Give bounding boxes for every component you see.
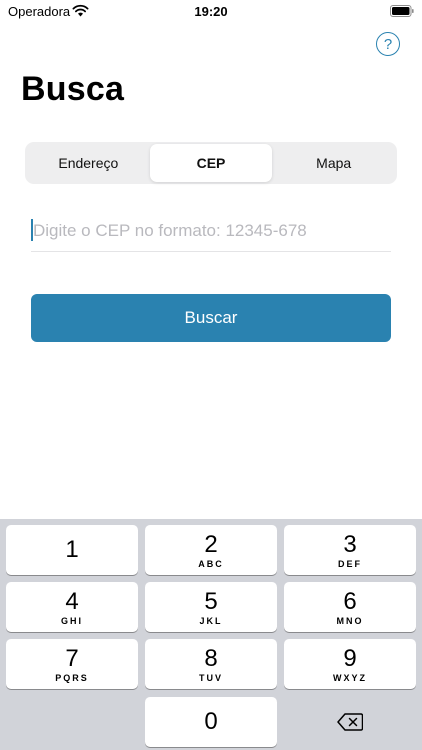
question-circle-icon: ? bbox=[383, 35, 393, 53]
numeric-keyboard: 1 2 ABC 3 DEF 4 GHI 5 JKL 6 MNO 7 PQRS 8… bbox=[0, 519, 422, 750]
segment-endereco[interactable]: Endereço bbox=[27, 144, 150, 182]
key-digit: 9 bbox=[343, 644, 357, 672]
key-5[interactable]: 5 JKL bbox=[145, 582, 277, 632]
key-digit: 3 bbox=[343, 530, 357, 558]
key-1[interactable]: 1 bbox=[6, 525, 138, 575]
key-8[interactable]: 8 TUV bbox=[145, 639, 277, 689]
page-title: Busca bbox=[21, 70, 125, 108]
key-digit: 8 bbox=[204, 644, 218, 672]
key-letters: PQRS bbox=[55, 672, 89, 683]
help-button[interactable]: ? bbox=[376, 32, 400, 56]
key-3[interactable]: 3 DEF bbox=[284, 525, 416, 575]
key-0[interactable]: 0 bbox=[145, 697, 277, 747]
segment-label: Endereço bbox=[58, 155, 119, 171]
backspace-icon bbox=[337, 713, 363, 731]
key-digit: 1 bbox=[65, 536, 79, 563]
key-letters: MNO bbox=[336, 615, 364, 626]
key-2[interactable]: 2 ABC bbox=[145, 525, 277, 575]
cep-input-container bbox=[31, 214, 391, 252]
key-letters: DEF bbox=[338, 558, 362, 569]
key-6[interactable]: 6 MNO bbox=[284, 582, 416, 632]
key-digit: 7 bbox=[65, 644, 79, 672]
key-letters: ABC bbox=[198, 558, 224, 569]
search-mode-segmented-control: Endereço CEP Mapa bbox=[25, 142, 397, 184]
battery-icon bbox=[390, 5, 414, 17]
segment-label: Mapa bbox=[316, 155, 352, 171]
status-time: 19:20 bbox=[194, 4, 228, 19]
key-digit: 4 bbox=[65, 587, 79, 615]
search-button[interactable]: Buscar bbox=[31, 294, 391, 342]
key-digit: 0 bbox=[204, 708, 218, 735]
key-4[interactable]: 4 GHI bbox=[6, 582, 138, 632]
cep-input[interactable] bbox=[31, 214, 391, 248]
segment-cep[interactable]: CEP bbox=[149, 144, 273, 182]
key-digit: 5 bbox=[204, 587, 218, 615]
segment-mapa[interactable]: Mapa bbox=[272, 144, 395, 182]
key-digit: 6 bbox=[343, 587, 357, 615]
key-letters: TUV bbox=[199, 672, 223, 683]
key-digit: 2 bbox=[204, 530, 218, 558]
text-cursor bbox=[31, 219, 33, 241]
key-9[interactable]: 9 WXYZ bbox=[284, 639, 416, 689]
delete-key[interactable] bbox=[284, 697, 416, 747]
status-bar: Operadora 19:20 bbox=[0, 0, 422, 24]
segment-label: CEP bbox=[196, 155, 226, 171]
key-7[interactable]: 7 PQRS bbox=[6, 639, 138, 689]
key-letters: GHI bbox=[60, 615, 83, 626]
key-letters: WXYZ bbox=[333, 672, 367, 683]
key-letters: JKL bbox=[199, 615, 223, 626]
